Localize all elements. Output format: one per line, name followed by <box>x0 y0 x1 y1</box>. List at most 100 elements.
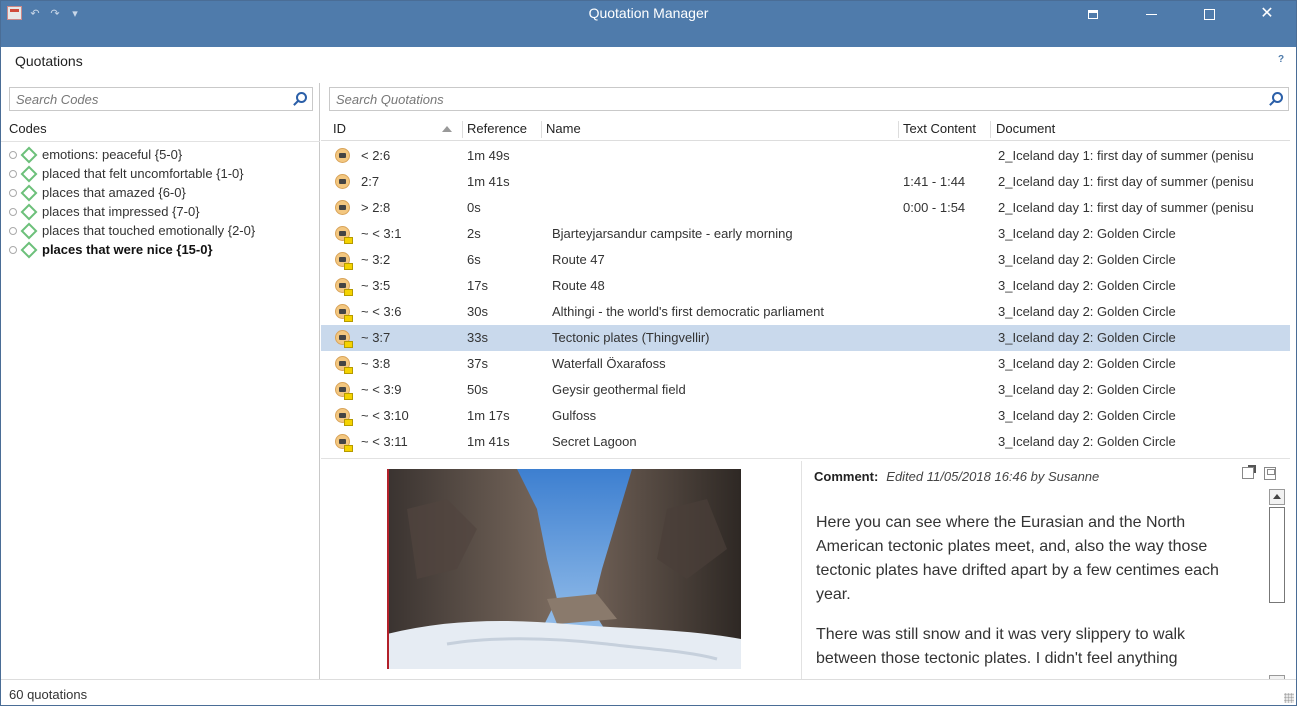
cell-reference: 1m 49s <box>467 148 510 163</box>
search-icon[interactable] <box>1272 92 1283 103</box>
table-row[interactable]: 2:7 1m 41s 1:41 - 1:44 2_Iceland day 1: fir… <box>321 169 1290 195</box>
tab-quotations[interactable]: Quotations <box>1 47 97 75</box>
column-divider[interactable] <box>541 121 542 138</box>
table-row[interactable]: ~ < 3:11 1m 41s Secret Lagoon 3_Iceland day… <box>321 429 1290 455</box>
cell-reference: 2s <box>467 226 481 241</box>
comment-text[interactable]: Here you can see where the Eurasian and … <box>816 511 1244 679</box>
table-row[interactable]: > 2:8 0s 0:00 - 1:54 2_Iceland day 1: first… <box>321 195 1290 221</box>
sort-ascending-icon <box>442 126 452 132</box>
cell-document: 3_Iceland day 2: Golden Circle <box>998 252 1176 267</box>
cell-document: 3_Iceland day 2: Golden Circle <box>998 382 1176 397</box>
cell-reference: 1m 41s <box>467 434 510 449</box>
media-position-marker <box>387 469 389 669</box>
search-icon[interactable] <box>296 92 307 103</box>
help-icon[interactable]: ? <box>1274 52 1288 66</box>
title-bar: ↶ ↷ ▾ Quotation Manager ✕ Quotations Sea… <box>1 1 1296 75</box>
table-row[interactable]: ~ 3:7 33s Tectonic plates (Thingvellir) 3_I… <box>321 325 1290 351</box>
cell-document: 3_Iceland day 2: Golden Circle <box>998 304 1176 319</box>
code-label: places that amazed {6-0} <box>42 185 186 200</box>
cell-reference: 37s <box>467 356 488 371</box>
scrollbar-thumb[interactable] <box>1269 507 1285 603</box>
cell-name: Geysir geothermal field <box>552 382 686 397</box>
cell-document: 3_Iceland day 2: Golden Circle <box>998 408 1176 423</box>
cell-id: ~ < 3:11 <box>361 434 408 449</box>
table-row[interactable]: ~ < 3:6 30s Althingi - the world's first d… <box>321 299 1290 325</box>
code-diamond-icon <box>20 241 38 258</box>
cell-document: 3_Iceland day 2: Golden Circle <box>998 226 1176 241</box>
column-divider[interactable] <box>462 121 463 138</box>
column-header-id[interactable]: ID <box>333 121 346 136</box>
maximize-button[interactable] <box>1180 1 1238 27</box>
minimize-button[interactable] <box>1122 1 1180 27</box>
close-button[interactable]: ✕ <box>1238 1 1296 27</box>
quotation-count: 60 quotations <box>9 687 88 702</box>
comment-meta: Edited 11/05/2018 16:46 by Susanne <box>886 469 1100 484</box>
table-row[interactable]: ~ 3:2 6s Route 47 3_Iceland day 2: Golden C… <box>321 247 1290 273</box>
cell-name: Tectonic plates (Thingvellir) <box>552 330 710 345</box>
comment-label: Comment: <box>814 469 879 484</box>
tab-view[interactable]: View <box>217 47 275 75</box>
cell-reference: 6s <box>467 252 481 267</box>
code-item[interactable]: placed that felt uncomfortable {1-0} <box>9 164 255 183</box>
table-row[interactable]: ~ < 3:1 2s Bjarteyjarsandur campsite - ear… <box>321 221 1290 247</box>
codes-list: emotions: peaceful {5-0} placed that fel… <box>9 145 255 259</box>
code-item[interactable]: places that amazed {6-0} <box>9 183 255 202</box>
search-quotations-input[interactable] <box>330 88 1288 110</box>
cell-name: Althingi - the world's first democratic … <box>552 304 824 319</box>
cell-reference: 33s <box>467 330 488 345</box>
codes-column-header[interactable]: Codes <box>9 121 47 136</box>
column-header-document[interactable]: Document <box>996 121 1055 136</box>
scroll-up-arrow-icon[interactable] <box>1269 489 1285 505</box>
column-header-text-content[interactable]: Text Content <box>903 121 976 136</box>
ribbon-right-controls: ? <box>1253 50 1288 66</box>
commented-quotation-icon <box>335 252 353 270</box>
cell-id: ~ < 3:6 <box>361 304 402 319</box>
code-item[interactable]: emotions: peaceful {5-0} <box>9 145 255 164</box>
cell-name: Waterfall Öxarafoss <box>552 356 666 371</box>
code-item[interactable]: places that touched emotionally {2-0} <box>9 221 255 240</box>
open-editor-icon[interactable] <box>1242 465 1256 479</box>
code-label: places that impressed {7-0} <box>42 204 200 219</box>
code-radio-icon <box>9 207 17 216</box>
codes-pane: Codes emotions: peaceful {5-0} placed th… <box>1 83 320 679</box>
cell-name: Gulfoss <box>552 408 597 423</box>
code-diamond-icon <box>20 203 38 220</box>
code-item[interactable]: places that impressed {7-0} <box>9 202 255 221</box>
pane-splitter[interactable] <box>321 458 1290 459</box>
cell-reference: 0s <box>467 200 481 215</box>
table-row[interactable]: ~ < 3:10 1m 17s Gulfoss 3_Iceland day 2: Go… <box>321 403 1290 429</box>
close-icon: ✕ <box>1260 5 1274 22</box>
cell-id: ~ 3:7 <box>361 330 391 345</box>
save-comment-icon[interactable] <box>1264 467 1276 480</box>
cell-document: 2_Iceland day 1: first day of summer (pe… <box>998 200 1254 215</box>
minimize-icon <box>1145 13 1157 15</box>
table-row[interactable]: < 2:6 1m 49s 2_Iceland day 1: first day of… <box>321 143 1290 169</box>
code-diamond-icon <box>20 165 38 182</box>
resize-grip-icon[interactable] <box>1284 693 1294 703</box>
comment-scrollbar[interactable] <box>1269 489 1285 701</box>
table-row[interactable]: ~ < 3:9 50s Geysir geothermal field 3_Icela… <box>321 377 1290 403</box>
column-header-reference[interactable]: Reference <box>467 121 527 136</box>
code-item[interactable]: places that were nice {15-0} <box>9 240 255 259</box>
table-row[interactable]: ~ 3:8 37s Waterfall Öxarafoss 3_Iceland day… <box>321 351 1290 377</box>
column-divider[interactable] <box>990 121 991 138</box>
quotation-icon <box>335 174 350 189</box>
comment-panel: Comment: Edited 11/05/2018 16:46 by Susan… <box>801 461 1290 679</box>
cell-name: Route 47 <box>552 252 605 267</box>
column-divider[interactable] <box>898 121 899 138</box>
code-radio-icon <box>9 188 17 197</box>
maximize-icon <box>1203 8 1215 20</box>
tab-search-filter[interactable]: Search & Filter <box>97 47 218 75</box>
collapse-ribbon-chevron-icon[interactable] <box>1253 50 1266 64</box>
cell-id: ~ 3:8 <box>361 356 391 371</box>
table-row[interactable]: ~ 3:5 17s Route 48 3_Iceland day 2: Golden … <box>321 273 1290 299</box>
cell-text-content: 1:41 - 1:44 <box>903 174 966 189</box>
search-codes-input[interactable] <box>10 88 312 110</box>
cell-reference: 30s <box>467 304 488 319</box>
column-header-name[interactable]: Name <box>546 121 581 136</box>
ribbon-display-button[interactable] <box>1064 1 1122 27</box>
commented-quotation-icon <box>335 226 353 244</box>
cell-id: ~ < 3:10 <box>361 408 409 423</box>
commented-quotation-icon <box>335 278 353 296</box>
cell-name: Route 48 <box>552 278 605 293</box>
